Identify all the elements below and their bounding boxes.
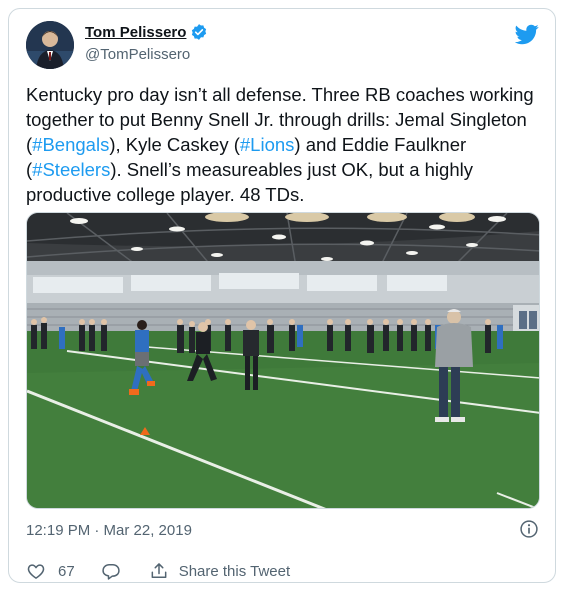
author-handle[interactable]: @TomPelissero — [85, 46, 190, 63]
share-tweet-button[interactable]: Share this Tweet — [149, 561, 290, 581]
tweet-timestamp[interactable]: 12:19 PM · Mar 22, 2019 — [26, 522, 192, 539]
tweet-card: Tom Pelissero @TomPelissero Kentucky pro… — [8, 8, 556, 583]
tweet-text: Kentucky pro day isn’t all defense. Thre… — [26, 82, 546, 207]
hashtag-link-bengals[interactable]: #Bengals — [32, 134, 109, 155]
reply-button[interactable] — [101, 561, 121, 581]
verified-badge-icon — [192, 24, 207, 40]
info-icon[interactable] — [519, 519, 539, 539]
tweet-text-segment: ), Kyle Caskey ( — [109, 134, 240, 155]
hashtag-link-lions[interactable]: #Lions — [240, 134, 295, 155]
avatar-image — [26, 21, 74, 69]
like-count: 67 — [58, 562, 75, 580]
twitter-bird-icon[interactable] — [515, 22, 539, 46]
avatar[interactable] — [26, 21, 74, 69]
author-name-row: Tom Pelissero — [85, 23, 208, 41]
indoor-field-photo — [27, 213, 539, 508]
tweet-media-photo[interactable] — [26, 212, 540, 509]
author-display-name[interactable]: Tom Pelissero — [85, 24, 186, 41]
share-icon — [151, 563, 167, 578]
share-tweet-label: Share this Tweet — [178, 562, 291, 580]
hashtag-link-steelers[interactable]: #Steelers — [32, 159, 110, 180]
tweet-actions: 67 Share this Tweet — [26, 561, 290, 581]
reply-icon — [102, 564, 120, 580]
like-button[interactable]: 67 — [26, 561, 75, 581]
heart-icon — [27, 564, 45, 579]
